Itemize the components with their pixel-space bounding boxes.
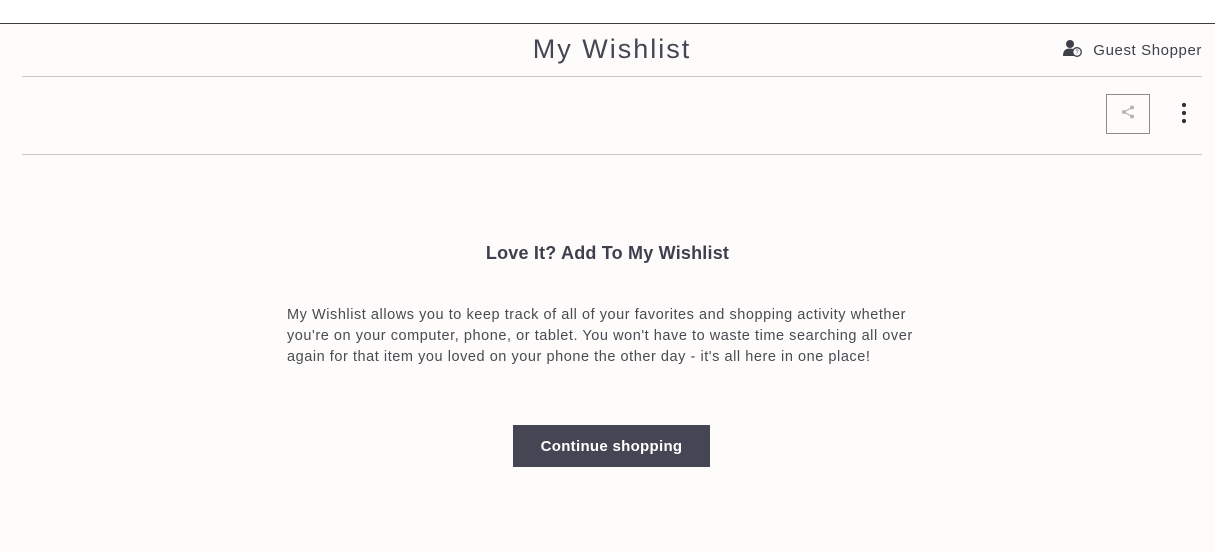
account-label: Guest Shopper: [1093, 42, 1202, 59]
wishlist-toolbar: [22, 77, 1202, 155]
share-button[interactable]: [1106, 94, 1150, 134]
empty-state-description: My Wishlist allows you to keep track of …: [287, 307, 913, 365]
page-title: My Wishlist: [532, 34, 692, 64]
more-options-button[interactable]: [1172, 101, 1196, 129]
continue-shopping-button[interactable]: Continue shopping: [513, 425, 710, 467]
empty-state-heading: Love It? Add To My Wishlist: [485, 243, 730, 263]
account-menu[interactable]: ? Guest Shopper: [1063, 39, 1202, 62]
more-vertical-icon: [1181, 102, 1187, 129]
top-strip: [0, 0, 1215, 24]
share-icon: [1120, 104, 1136, 125]
wishlist-header: My Wishlist ? Guest Shopper: [22, 24, 1202, 77]
user-icon: ?: [1063, 39, 1083, 62]
